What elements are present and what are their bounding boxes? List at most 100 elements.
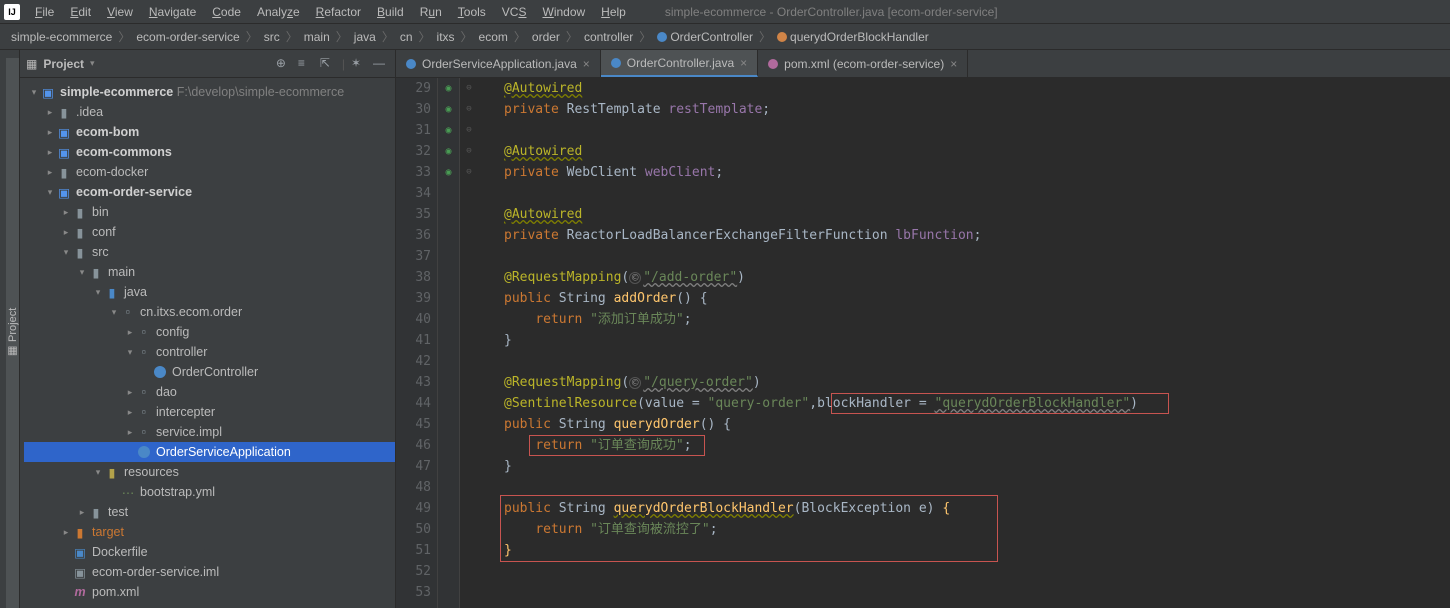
tree-package[interactable]: ▾▫cn.itxs.ecom.order	[24, 302, 395, 322]
package-icon: ▫	[136, 325, 152, 339]
hide-icon[interactable]: —	[373, 56, 389, 72]
tree-orderserviceapplication[interactable]: OrderServiceApplication	[24, 442, 395, 462]
folder-icon: ▮	[72, 225, 88, 239]
menu-refactor[interactable]: Refactor	[309, 3, 368, 21]
maven-icon	[768, 59, 778, 69]
expand-icon[interactable]: ≡	[298, 56, 314, 72]
tree-dao[interactable]: ▸▫dao	[24, 382, 395, 402]
tree-intercepter[interactable]: ▸▫intercepter	[24, 402, 395, 422]
tree-main[interactable]: ▾▮main	[24, 262, 395, 282]
tree-iml[interactable]: ▣ecom-order-service.iml	[24, 562, 395, 582]
folder-icon: ▮	[88, 505, 104, 519]
tab-orderserviceapplication[interactable]: OrderServiceApplication.java×	[396, 50, 601, 77]
crumb-itxs[interactable]: itxs	[434, 30, 458, 44]
editor-area: OrderServiceApplication.java× OrderContr…	[396, 50, 1450, 608]
menu-build[interactable]: Build	[370, 3, 411, 21]
gutter-icons[interactable]: ◉◉◉◉◉	[438, 78, 460, 608]
tab-pom[interactable]: pom.xml (ecom-order-service)×	[758, 50, 968, 77]
menu-tools[interactable]: Tools	[451, 3, 493, 21]
module-icon: ▣	[40, 85, 56, 99]
package-icon: ▫	[136, 405, 152, 419]
module-icon: ▣	[56, 145, 72, 159]
menu-view[interactable]: View	[100, 3, 140, 21]
tree-ecom-docker[interactable]: ▸▮ecom-docker	[24, 162, 395, 182]
menu-file[interactable]: File	[28, 3, 61, 21]
project-tree[interactable]: ▾▣simple-ecommerce F:\develop\simple-eco…	[20, 78, 395, 608]
tree-java[interactable]: ▾▮java	[24, 282, 395, 302]
project-view-dropdown[interactable]: ▾	[90, 58, 95, 69]
menu-bar: IJ File Edit View Navigate Code Analyze …	[0, 0, 1450, 24]
module-icon: ▣	[56, 185, 72, 199]
java-icon	[406, 59, 416, 69]
class-icon	[657, 32, 667, 42]
menu-edit[interactable]: Edit	[63, 3, 98, 21]
project-tool-tab[interactable]: ▦ Project	[6, 58, 19, 608]
menu-window[interactable]: Window	[535, 3, 592, 21]
crumb-src[interactable]: src	[261, 30, 283, 44]
tree-controller[interactable]: ▾▫controller	[24, 342, 395, 362]
crumb-order[interactable]: order	[529, 30, 563, 44]
crumb-method[interactable]: querydOrderBlockHandler	[774, 30, 932, 44]
tree-idea[interactable]: ▸▮.idea	[24, 102, 395, 122]
tree-ordercontroller[interactable]: OrderController	[24, 362, 395, 382]
collapse-icon[interactable]: ⇱	[320, 56, 336, 72]
tree-target[interactable]: ▸▮target	[24, 522, 395, 542]
tree-ecom-commons[interactable]: ▸▣ecom-commons	[24, 142, 395, 162]
tree-config[interactable]: ▸▫config	[24, 322, 395, 342]
package-icon: ▫	[136, 425, 152, 439]
docker-icon: ▣	[72, 545, 88, 559]
tree-bin[interactable]: ▸▮bin	[24, 202, 395, 222]
close-icon[interactable]: ×	[583, 57, 590, 71]
app-icon: IJ	[4, 4, 20, 20]
settings-icon[interactable]: ✶	[351, 56, 367, 72]
tree-conf[interactable]: ▸▮conf	[24, 222, 395, 242]
folder-icon: ▮	[88, 265, 104, 279]
tree-resources[interactable]: ▾▮resources	[24, 462, 395, 482]
crumb-controller[interactable]: controller	[581, 30, 636, 44]
target-folder-icon: ▮	[72, 525, 88, 539]
close-icon[interactable]: ×	[740, 56, 747, 70]
fold-gutter[interactable]: ⊖⊖⊖⊖⊖	[460, 78, 478, 608]
crumb-java[interactable]: java	[351, 30, 379, 44]
crumb-cn[interactable]: cn	[397, 30, 416, 44]
source-folder-icon: ▮	[104, 285, 120, 299]
menu-code[interactable]: Code	[205, 3, 248, 21]
project-panel: ▦ Project ▾ ⊕ ≡ ⇱ | ✶ — ▾▣simple-ecommer…	[20, 50, 396, 608]
menu-help[interactable]: Help	[594, 3, 633, 21]
iml-icon: ▣	[72, 565, 88, 579]
tree-ecom-order-service[interactable]: ▾▣ecom-order-service	[24, 182, 395, 202]
code-content[interactable]: @Autowiredprivate RestTemplate restTempl…	[478, 78, 1450, 608]
resources-folder-icon: ▮	[104, 465, 120, 479]
close-icon[interactable]: ×	[950, 57, 957, 71]
tree-service-impl[interactable]: ▸▫service.impl	[24, 422, 395, 442]
editor-tabs: OrderServiceApplication.java× OrderContr…	[396, 50, 1450, 78]
folder-icon: ▮	[72, 245, 88, 259]
crumb-ecom[interactable]: ecom	[476, 30, 511, 44]
menu-run[interactable]: Run	[413, 3, 449, 21]
line-number-gutter: 2930313233343536373839404142434445464748…	[396, 78, 438, 608]
menu-vcs[interactable]: VCS	[495, 3, 534, 21]
yml-icon: ⋯	[120, 485, 136, 499]
crumb-module[interactable]: ecom-order-service	[133, 30, 242, 44]
locate-icon[interactable]: ⊕	[276, 56, 292, 72]
menu-analyze[interactable]: Analyze	[250, 3, 307, 21]
java-icon	[611, 58, 621, 68]
maven-icon: m	[72, 585, 88, 599]
module-icon: ▣	[56, 125, 72, 139]
code-editor[interactable]: 2930313233343536373839404142434445464748…	[396, 78, 1450, 608]
crumb-class[interactable]: OrderController	[654, 30, 756, 44]
tree-ecom-bom[interactable]: ▸▣ecom-bom	[24, 122, 395, 142]
tree-bootstrap[interactable]: ⋯bootstrap.yml	[24, 482, 395, 502]
tree-test[interactable]: ▸▮test	[24, 502, 395, 522]
package-icon: ▫	[136, 385, 152, 399]
tree-dockerfile[interactable]: ▣Dockerfile	[24, 542, 395, 562]
class-icon	[152, 365, 168, 379]
tree-src[interactable]: ▾▮src	[24, 242, 395, 262]
menu-navigate[interactable]: Navigate	[142, 3, 203, 21]
tree-root[interactable]: ▾▣simple-ecommerce F:\develop\simple-eco…	[24, 82, 395, 102]
crumb-main[interactable]: main	[301, 30, 333, 44]
tab-ordercontroller[interactable]: OrderController.java×	[601, 50, 758, 77]
crumb-root[interactable]: simple-ecommerce	[8, 30, 115, 44]
tree-pom[interactable]: mpom.xml	[24, 582, 395, 602]
package-icon: ▫	[136, 345, 152, 359]
